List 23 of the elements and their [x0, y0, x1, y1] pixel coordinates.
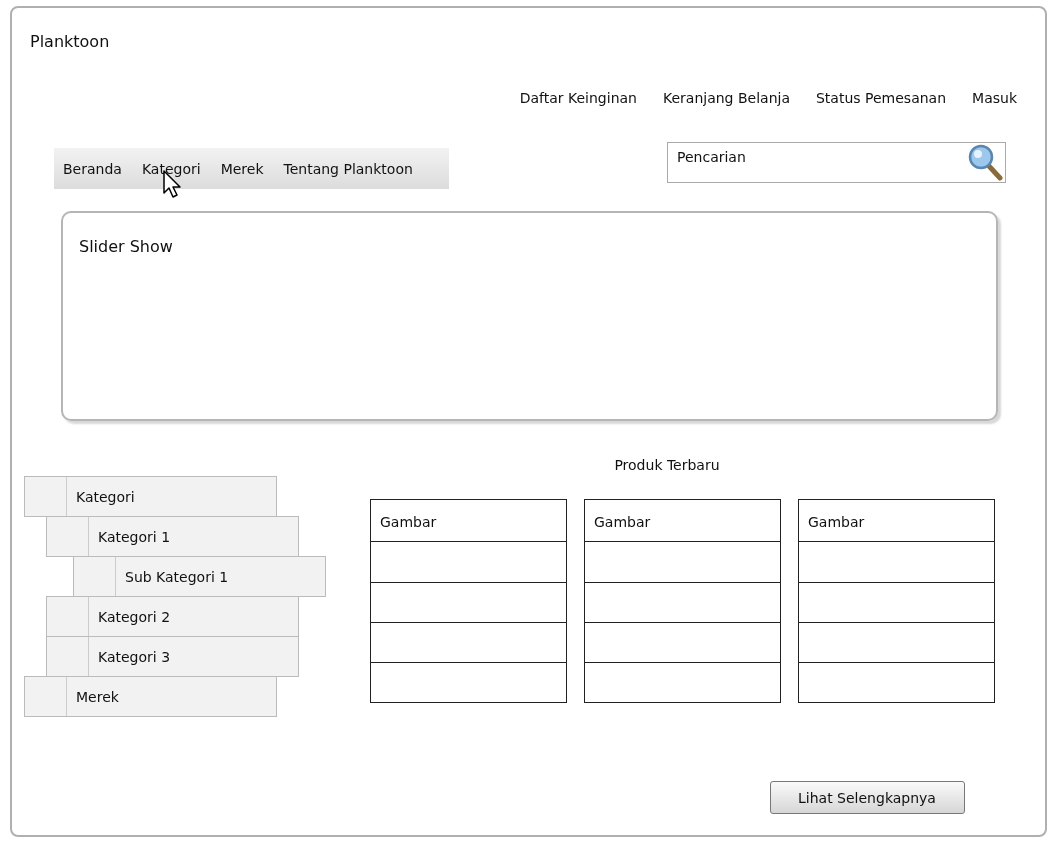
section-title: Produk Terbaru [614, 457, 720, 475]
category-item[interactable]: Kategori 3 [46, 636, 299, 677]
product-image-label: Gambar [799, 500, 994, 542]
header-link[interactable]: Masuk [972, 90, 1017, 106]
nav-item[interactable]: Merek [220, 160, 264, 177]
header-link[interactable]: Status Pemesanan [816, 90, 947, 106]
category-item[interactable]: Kategori 1 [46, 516, 299, 557]
product-image-label: Gambar [585, 500, 780, 542]
nav-item[interactable]: Tentang Planktoon [283, 160, 413, 177]
category-item[interactable]: Kategori [24, 476, 277, 517]
category-item[interactable]: Kategori 2 [46, 596, 299, 637]
site-title: Planktoon [30, 32, 111, 52]
search-icon[interactable] [967, 143, 1003, 181]
category-item[interactable]: Sub Kategori 1 [73, 556, 326, 597]
category-item[interactable]: Merek [24, 676, 277, 717]
search-field[interactable]: Pencarian [667, 142, 1006, 183]
header-link[interactable]: Keranjang Belanja [662, 90, 790, 106]
more-button[interactable]: Lihat Selengkapnya [769, 781, 965, 814]
slider-show: Slider Show [61, 211, 998, 421]
nav-item[interactable]: Kategori [141, 160, 201, 177]
nav-item[interactable]: Beranda [63, 160, 122, 177]
header-link[interactable]: Daftar Keinginan [519, 90, 637, 106]
product-image-label: Gambar [371, 500, 566, 542]
